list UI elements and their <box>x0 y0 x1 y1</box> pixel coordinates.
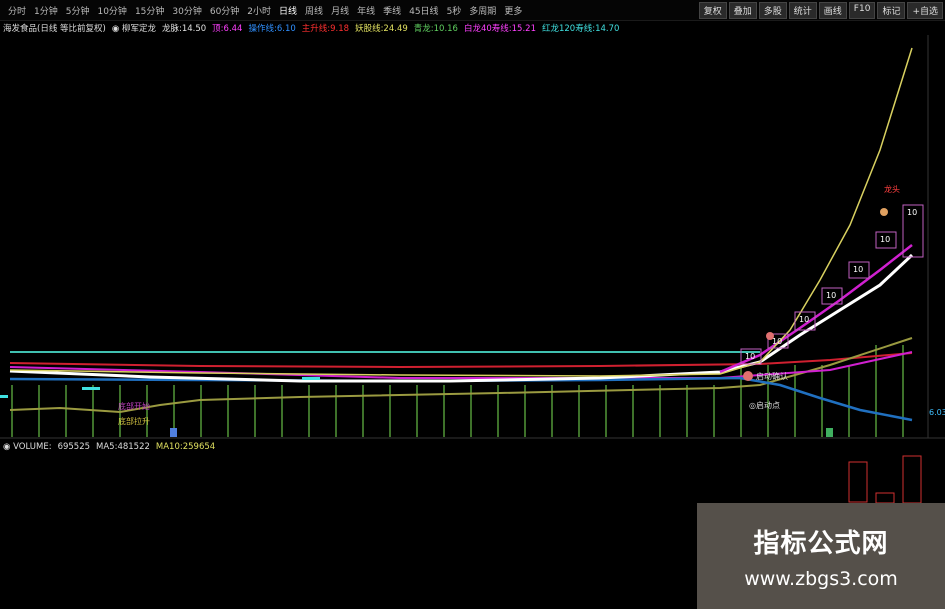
candle-box-label: 10 <box>880 235 890 244</box>
marker-cyan-1 <box>82 387 100 390</box>
candle-box-label: 10 <box>745 352 755 361</box>
volume-bar <box>902 455 922 504</box>
marker-blue <box>170 428 177 437</box>
volume-bar <box>875 492 895 504</box>
ma5-value: 481522 <box>117 442 150 452</box>
volume-legend: ◉ VOLUME: 695525 MA5:481522 MA10:259654 <box>0 441 215 453</box>
red-line <box>9 352 913 369</box>
candle-box-label: 10 <box>853 265 863 274</box>
volume-bars <box>848 455 922 504</box>
confirm-label: 启动确认 <box>756 372 788 381</box>
candle-box-label: 10 <box>799 315 809 324</box>
signal-dot-3 <box>880 208 888 216</box>
start-point-label: ◎启动点 <box>749 401 780 410</box>
candle-box-label: 10 <box>826 291 836 300</box>
candle-boxes: 10 10 10 10 10 10 10 <box>740 204 924 365</box>
watermark-box: 指标公式网 www.zbgs3.com <box>697 503 945 609</box>
ma10-label: MA10: <box>155 442 183 452</box>
price-right-label: 6.03 <box>929 408 945 417</box>
watermark-title: 指标公式网 <box>753 528 889 559</box>
candle-box-label: 10 <box>907 208 917 217</box>
marker-cyan-2 <box>302 377 320 380</box>
volume-value: 695525 <box>57 442 91 452</box>
volume-bar <box>848 461 868 503</box>
ma10-value: 259654 <box>182 442 216 452</box>
dragon-head-label: 龙头 <box>884 185 900 194</box>
marker-green <box>826 428 833 437</box>
ma5-label: MA5: <box>96 442 118 452</box>
signal-dot-2 <box>766 332 774 340</box>
watermark-url: www.zbgs3.com <box>744 567 898 590</box>
volume-title: ◉ VOLUME: <box>3 442 52 452</box>
bottom-start-label: 底部开始 <box>118 402 150 411</box>
marker-cyan-0 <box>0 395 8 398</box>
signal-dot-1 <box>743 371 753 381</box>
blue-line <box>9 376 913 422</box>
candle-box-label: 10 <box>772 337 782 346</box>
bottom-rise-label: 底部拉升 <box>118 417 150 426</box>
yellow-curve <box>9 47 913 377</box>
